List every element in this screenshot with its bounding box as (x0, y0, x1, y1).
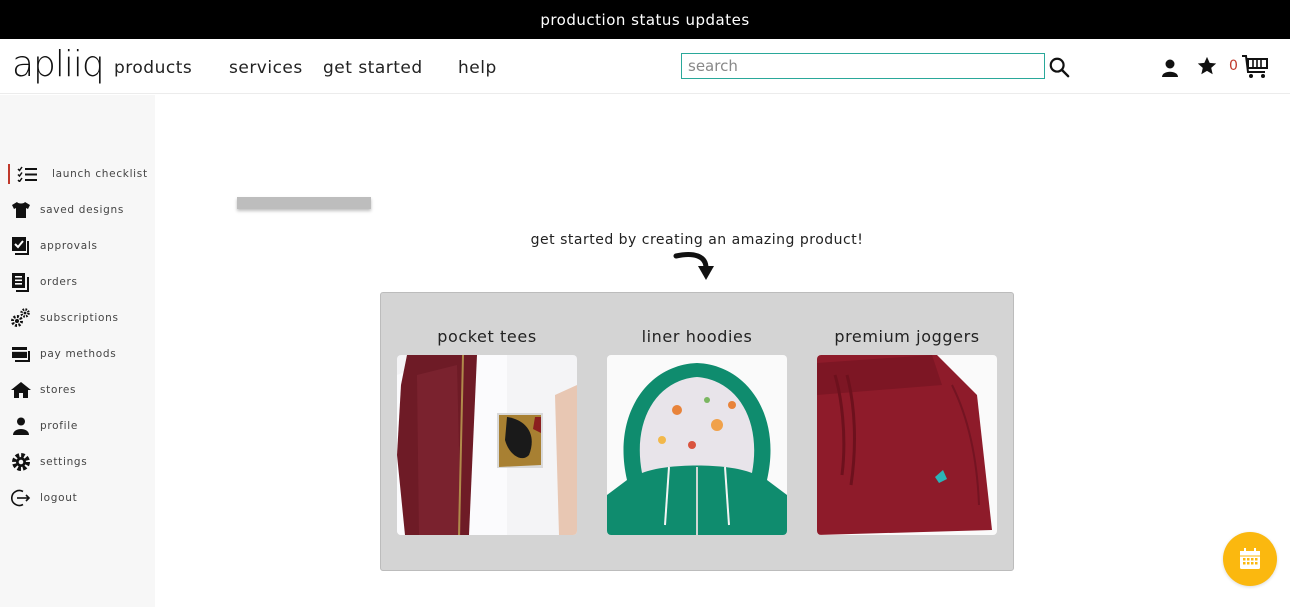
sidebar-item-logout[interactable]: logout (10, 486, 77, 510)
product-title: liner hoodies (641, 327, 753, 346)
nav-products[interactable]: products (114, 58, 192, 78)
product-card-liner-hoodies[interactable]: liner hoodies (607, 327, 787, 535)
product-image-premium-joggers[interactable] (817, 355, 997, 535)
product-card-premium-joggers[interactable]: premium joggers (817, 327, 997, 535)
gears-icon (10, 307, 32, 329)
sidebar-item-label: approvals (40, 240, 98, 252)
favorites-star-icon[interactable] (1196, 55, 1218, 77)
announcement-text[interactable]: production status updates (540, 11, 749, 29)
nav-services[interactable]: services (229, 58, 303, 78)
credit-cards-icon (10, 343, 32, 365)
sidebar-item-label: stores (40, 384, 77, 396)
product-title: pocket tees (437, 327, 537, 346)
sidebar-item-label: pay methods (40, 348, 117, 360)
sidebar: launch checklist saved designs approvals (0, 95, 155, 607)
sidebar-item-label: logout (40, 492, 78, 504)
search-icon[interactable] (1048, 56, 1070, 78)
sidebar-item-stores[interactable]: stores (10, 378, 76, 402)
nav-get-started[interactable]: get started (323, 58, 423, 78)
account-icon[interactable] (1160, 58, 1180, 78)
announcement-bar[interactable]: production status updates (0, 0, 1290, 39)
sidebar-item-label: launch checklist (52, 168, 148, 180)
sidebar-item-label: saved designs (40, 204, 124, 216)
sidebar-item-saved-designs[interactable]: saved designs (10, 198, 124, 222)
site-header: apliiq products services get started hel… (0, 39, 1290, 94)
cart-icon[interactable] (1241, 54, 1269, 80)
sidebar-item-label: profile (40, 420, 79, 432)
sidebar-item-subscriptions[interactable]: subscriptions (10, 306, 119, 330)
schedule-call-button[interactable] (1223, 532, 1277, 586)
home-icon (10, 379, 32, 401)
sidebar-item-approvals[interactable]: approvals (10, 234, 98, 258)
product-title: premium joggers (834, 327, 980, 346)
active-indicator (8, 164, 10, 184)
product-card-pocket-tees[interactable]: pocket tees (397, 327, 577, 535)
sidebar-item-orders[interactable]: orders (10, 270, 78, 294)
nav-help[interactable]: help (458, 58, 497, 78)
gear-icon (10, 451, 32, 473)
sidebar-item-profile[interactable]: profile (10, 414, 78, 438)
sidebar-item-label: settings (40, 456, 88, 468)
approval-check-icon (10, 235, 32, 257)
search-input[interactable] (681, 53, 1045, 79)
sidebar-item-label: orders (40, 276, 78, 288)
curved-arrow-icon (673, 252, 714, 280)
sidebar-item-launch-checklist[interactable]: launch checklist (8, 162, 148, 186)
product-panel: pocket tees liner hoodies premium jogger… (380, 292, 1014, 571)
user-icon (10, 415, 32, 437)
sidebar-item-label: subscriptions (40, 312, 119, 324)
orders-document-icon (10, 271, 32, 293)
cart-count: 0 (1229, 58, 1238, 74)
tooltip-popup (237, 197, 371, 209)
tshirt-icon (10, 199, 32, 221)
calendar-icon (1240, 548, 1260, 569)
sidebar-item-pay-methods[interactable]: pay methods (10, 342, 116, 366)
logo[interactable]: apliiq (12, 47, 105, 83)
logout-icon (10, 487, 32, 509)
product-image-liner-hoodies[interactable] (607, 355, 787, 535)
checklist-icon (16, 163, 38, 185)
cta-text: get started by creating an amazing produ… (530, 232, 864, 248)
product-image-pocket-tees[interactable] (397, 355, 577, 535)
sidebar-item-settings[interactable]: settings (10, 450, 87, 474)
